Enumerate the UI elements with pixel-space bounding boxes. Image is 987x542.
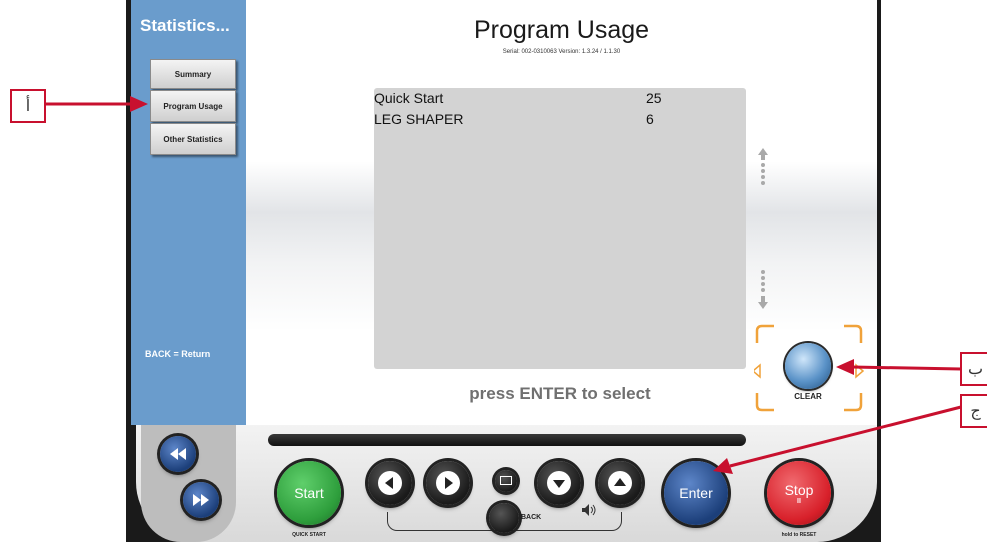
annotation-label-b: ب <box>960 352 987 386</box>
annotation-label-a: أ <box>10 89 46 123</box>
annotation-label-c: ج <box>960 394 987 428</box>
annotation-arrows <box>46 96 962 474</box>
